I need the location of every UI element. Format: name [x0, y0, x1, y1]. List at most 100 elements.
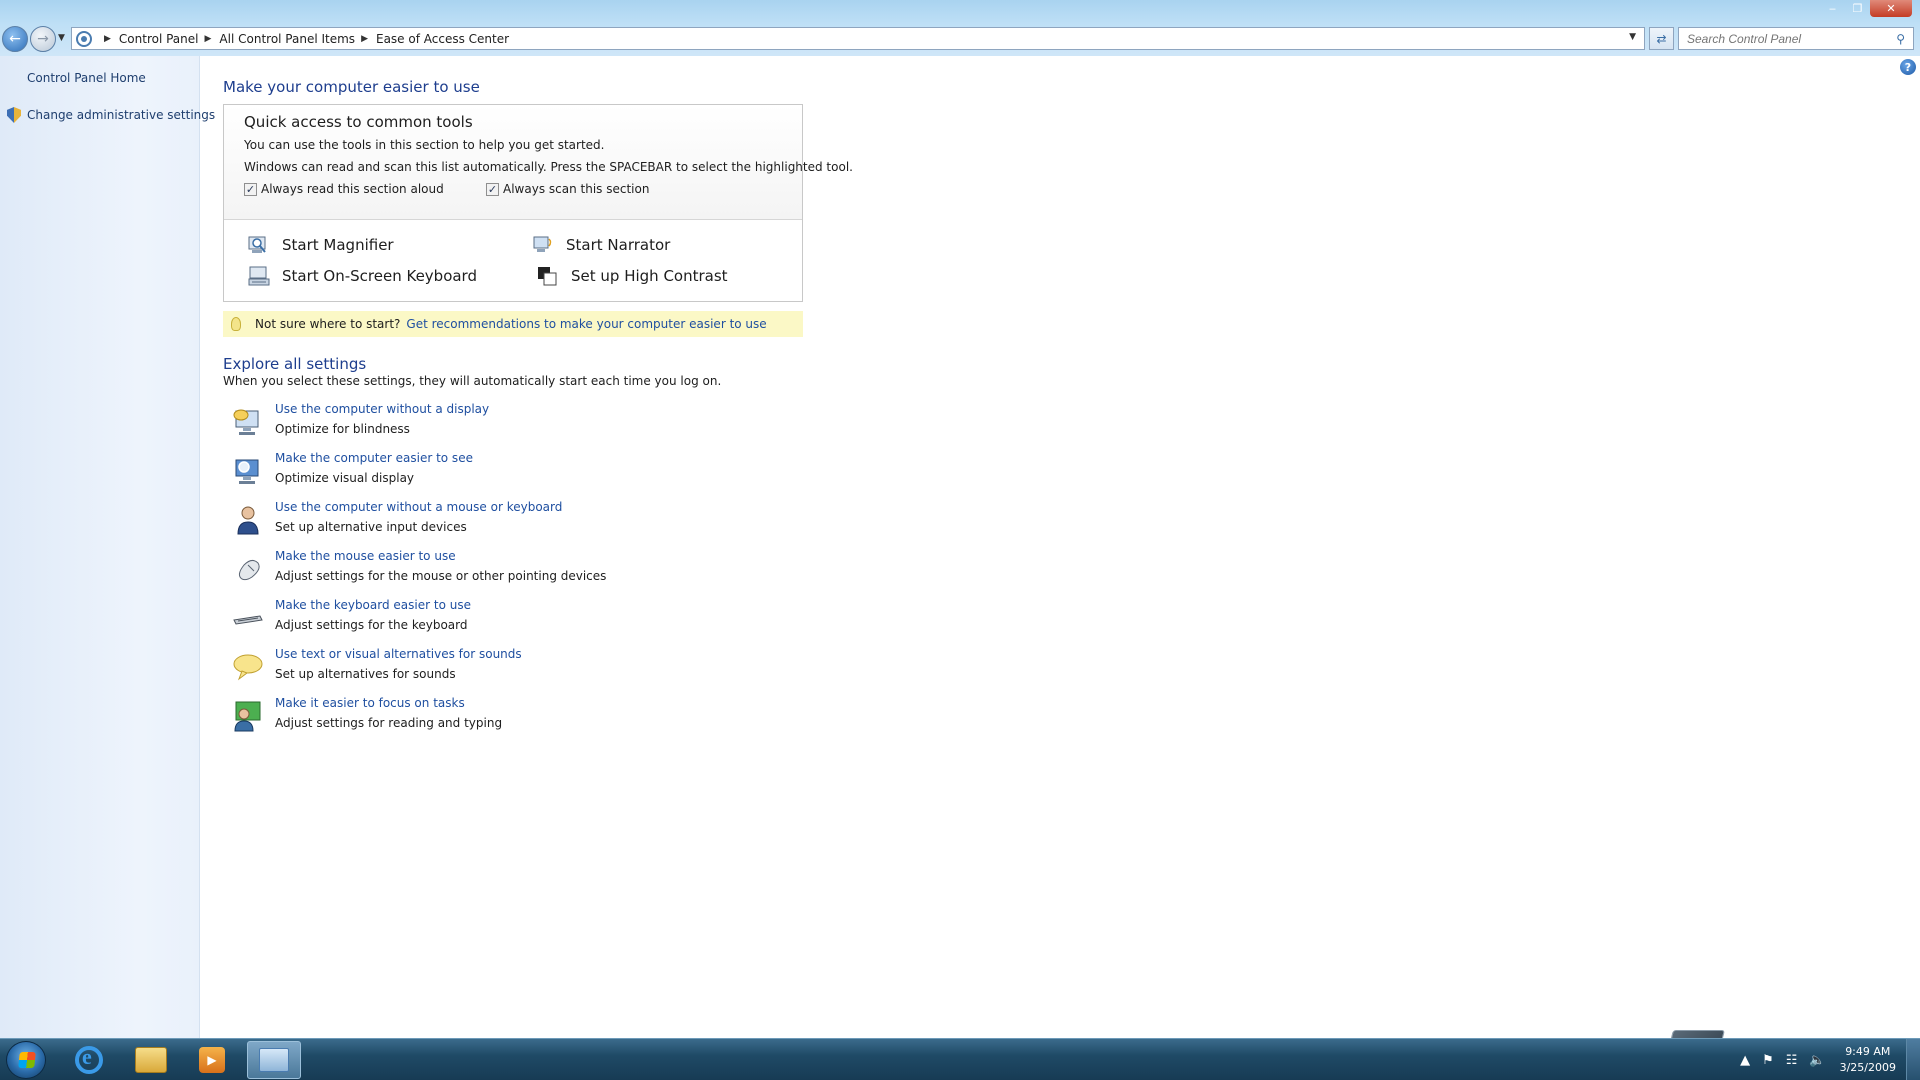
- setting-link[interactable]: Use the computer without a display: [275, 402, 489, 416]
- high-contrast-tool[interactable]: Set up High Contrast: [537, 266, 728, 286]
- address-dropdown-icon[interactable]: ▼: [1629, 32, 1636, 42]
- back-button[interactable]: ←: [2, 26, 28, 52]
- taskbar-internet-explorer[interactable]: [62, 1041, 116, 1079]
- chevron-right-icon[interactable]: ▶: [361, 34, 368, 44]
- recommendation-tip-bar: Not sure where to start? Get recommendat…: [223, 311, 803, 337]
- read-aloud-checkbox[interactable]: ✓ Always read this section aloud: [244, 182, 444, 196]
- setting-link[interactable]: Make the keyboard easier to use: [275, 598, 471, 612]
- change-admin-settings-link[interactable]: Change administrative settings: [27, 108, 215, 122]
- setting-description: Adjust settings for reading and typing: [275, 716, 503, 730]
- clock-date: 3/25/2009: [1839, 1061, 1896, 1074]
- scan-section-checkbox[interactable]: ✓ Always scan this section: [486, 182, 649, 196]
- breadcrumb-ease-of-access[interactable]: Ease of Access Center: [376, 32, 509, 46]
- quick-access-description-2: Windows can read and scan this list auto…: [244, 160, 853, 174]
- monitor-speaker-icon: [232, 406, 264, 438]
- magnifier-icon: [248, 235, 270, 255]
- title-bar: ‒ ❐ ✕ ← → ▼ ▶ Control Panel ▶ All Contro…: [0, 0, 1920, 56]
- show-desktop-button[interactable]: [1906, 1039, 1920, 1080]
- setting-link[interactable]: Make it easier to focus on tasks: [275, 696, 465, 710]
- read-aloud-label: Always read this section aloud: [261, 182, 444, 196]
- minimize-button[interactable]: ‒: [1820, 0, 1845, 17]
- user-icon: [232, 504, 264, 536]
- breadcrumb-control-panel[interactable]: Control Panel: [119, 32, 199, 46]
- taskbar-media-player[interactable]: ▶: [185, 1041, 239, 1079]
- left-navigation-pane: [0, 56, 200, 1038]
- setting-description: Set up alternatives for sounds: [275, 667, 456, 681]
- setting-link[interactable]: Make the computer easier to see: [275, 451, 473, 465]
- internet-explorer-icon: [75, 1044, 103, 1074]
- window-controls: ‒ ❐ ✕: [1820, 0, 1912, 17]
- chevron-right-icon[interactable]: ▶: [104, 34, 111, 44]
- setting-description: Optimize visual display: [275, 471, 415, 485]
- minimize-icon: ‒: [1829, 2, 1836, 15]
- chevron-right-icon[interactable]: ▶: [205, 34, 212, 44]
- setting-without-display: Use the computer without a display Optim…: [230, 402, 830, 448]
- chevron-down-icon: ▼: [58, 33, 65, 43]
- control-panel-icon: [76, 30, 92, 47]
- explore-settings-heading: Explore all settings: [223, 355, 367, 373]
- search-box[interactable]: ⚲: [1678, 27, 1914, 50]
- maximize-button[interactable]: ❐: [1845, 0, 1870, 17]
- setting-easier-to-see: Make the computer easier to see Optimize…: [230, 451, 830, 497]
- setting-link[interactable]: Use text or visual alternatives for soun…: [275, 647, 522, 661]
- quick-access-title: Quick access to common tools: [244, 113, 473, 131]
- start-narrator-tool[interactable]: Start Narrator: [532, 235, 670, 255]
- quick-access-header: Quick access to common tools You can use…: [224, 105, 853, 220]
- arrow-right-icon: →: [37, 31, 49, 47]
- start-onscreen-keyboard-tool[interactable]: Start On-Screen Keyboard: [248, 266, 477, 286]
- start-onscreen-keyboard-label: Start On-Screen Keyboard: [282, 267, 477, 285]
- close-icon: ✕: [1886, 2, 1896, 15]
- media-player-icon: ▶: [199, 1047, 225, 1073]
- action-center-flag-icon[interactable]: ⚑: [1762, 1053, 1774, 1068]
- setting-without-mouse-keyboard: Use the computer without a mouse or keyb…: [230, 500, 830, 546]
- quick-access-panel: Quick access to common tools You can use…: [223, 104, 853, 302]
- system-tray: ▲ ⚑ ☷ 🔈 9:49 AM 3/25/2009: [1734, 1039, 1920, 1080]
- volume-icon[interactable]: 🔈: [1809, 1053, 1825, 1068]
- folder-icon: [135, 1047, 167, 1073]
- setting-link[interactable]: Make the mouse easier to use: [275, 549, 456, 563]
- breadcrumb-all-items[interactable]: All Control Panel Items: [219, 32, 355, 46]
- search-icon[interactable]: ⚲: [1896, 32, 1905, 46]
- search-input[interactable]: [1687, 31, 1877, 46]
- start-magnifier-tool[interactable]: Start Magnifier: [248, 235, 394, 255]
- refresh-button[interactable]: ⇄: [1649, 27, 1674, 50]
- recent-pages-dropdown[interactable]: ▼: [58, 33, 65, 43]
- maximize-icon: ❐: [1852, 2, 1863, 15]
- setting-description: Optimize for blindness: [275, 422, 410, 436]
- help-icon[interactable]: ?: [1900, 59, 1916, 75]
- speech-bubble-icon: [232, 651, 264, 683]
- taskbar: ▶ ▲ ⚑ ☷ 🔈 9:49 AM 3/25/2009: [0, 1038, 1920, 1080]
- checkbox-checked-icon[interactable]: ✓: [486, 182, 499, 196]
- mouse-icon: [232, 553, 264, 585]
- show-hidden-icons-icon[interactable]: ▲: [1740, 1053, 1750, 1068]
- clock-time: 9:49 AM: [1845, 1045, 1891, 1058]
- onscreen-keyboard-icon: [248, 266, 270, 286]
- clock[interactable]: 9:49 AM 3/25/2009: [1840, 1044, 1896, 1076]
- page-title: Make your computer easier to use: [223, 78, 480, 96]
- network-icon[interactable]: ☷: [1786, 1053, 1798, 1068]
- lightbulb-icon: [231, 317, 241, 331]
- start-magnifier-label: Start Magnifier: [282, 236, 394, 254]
- start-button[interactable]: [6, 1041, 46, 1079]
- checkbox-checked-icon[interactable]: ✓: [244, 182, 257, 196]
- forward-button[interactable]: →: [30, 26, 56, 52]
- setting-mouse: Make the mouse easier to use Adjust sett…: [230, 549, 830, 595]
- get-recommendations-link[interactable]: Get recommendations to make your compute…: [406, 317, 766, 331]
- high-contrast-icon: [537, 266, 559, 286]
- tip-text: Not sure where to start?: [255, 317, 401, 331]
- address-bar[interactable]: ▶ Control Panel ▶ All Control Panel Item…: [71, 27, 1645, 50]
- setting-keyboard: Make the keyboard easier to use Adjust s…: [230, 598, 830, 644]
- users-focus-icon: [232, 700, 264, 732]
- high-contrast-label: Set up High Contrast: [571, 267, 728, 285]
- arrow-left-icon: ←: [9, 31, 21, 47]
- control-panel-icon: [259, 1048, 289, 1072]
- control-panel-home-link[interactable]: Control Panel Home: [27, 71, 146, 85]
- refresh-icon: ⇄: [1656, 31, 1667, 46]
- narrator-icon: [532, 235, 554, 255]
- taskbar-control-panel[interactable]: [247, 1041, 301, 1079]
- monitor-magnify-icon: [232, 455, 264, 487]
- start-narrator-label: Start Narrator: [566, 236, 671, 254]
- taskbar-windows-explorer[interactable]: [124, 1041, 178, 1079]
- close-button[interactable]: ✕: [1870, 0, 1912, 17]
- setting-link[interactable]: Use the computer without a mouse or keyb…: [275, 500, 562, 514]
